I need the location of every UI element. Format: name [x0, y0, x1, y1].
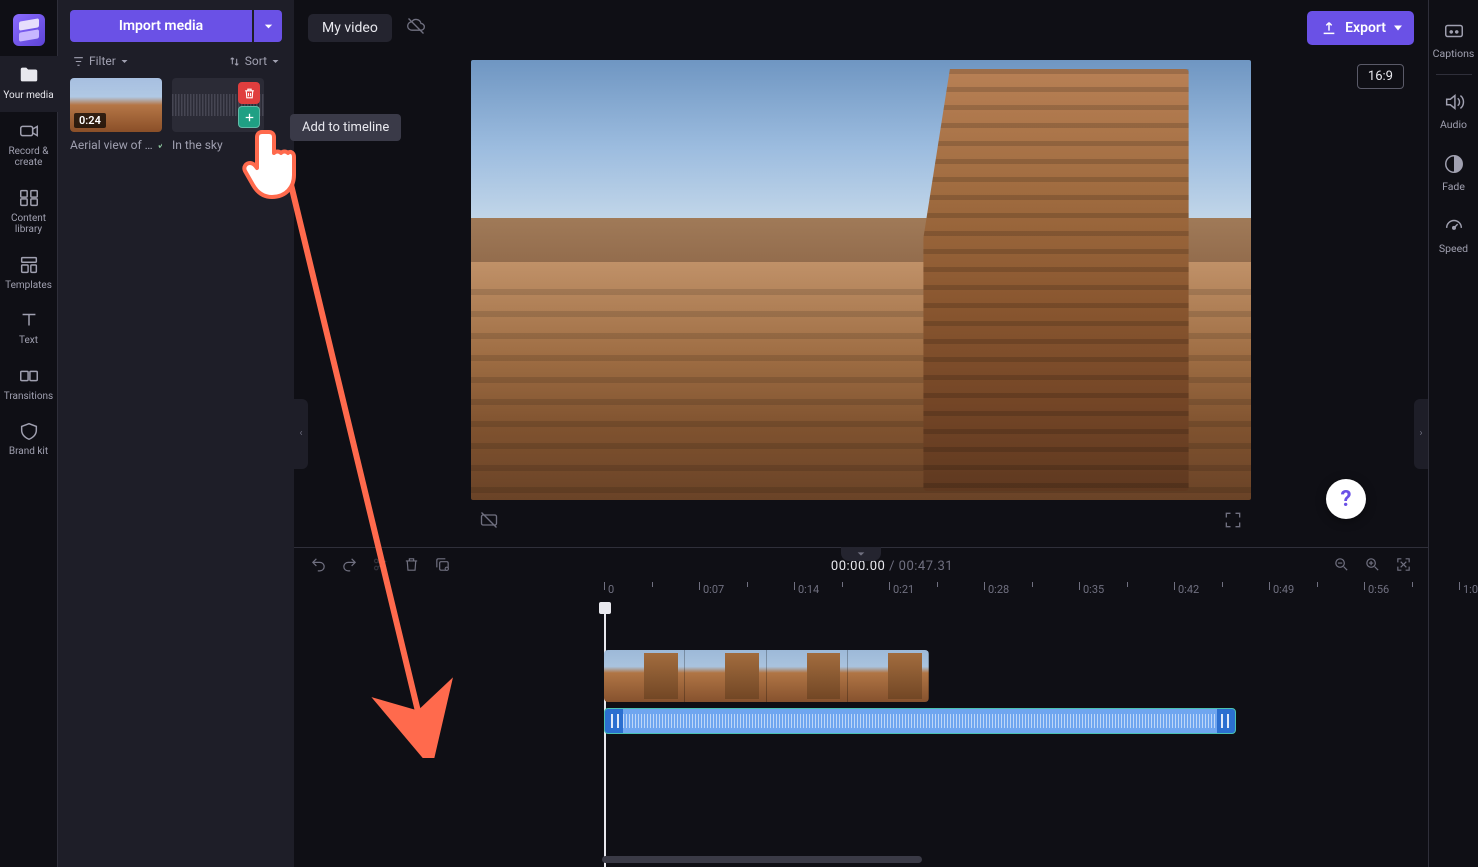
right-rail: Captions Audio Fade Speed — [1428, 0, 1478, 867]
timeline-scrollbar[interactable] — [588, 855, 1376, 865]
rr-fade[interactable]: Fade — [1429, 143, 1478, 205]
templates-icon — [18, 254, 40, 276]
import-media-button[interactable]: Import media — [70, 10, 252, 42]
chevron-down-icon — [120, 57, 129, 66]
preview-area: 5 5 — [294, 56, 1428, 547]
video-clip[interactable] — [604, 650, 929, 702]
preview-canvas[interactable] — [471, 60, 1251, 500]
media-name: Aerial view of … — [70, 138, 153, 152]
delete-media-button[interactable] — [238, 82, 260, 104]
filter-button[interactable]: Filter — [72, 54, 129, 68]
total-time: 00:47.31 — [899, 559, 953, 574]
delete-button[interactable] — [403, 556, 420, 577]
check-icon: ✓ — [157, 138, 162, 152]
media-item-audio[interactable]: In the sky — [172, 78, 264, 152]
rr-label: Captions — [1433, 47, 1475, 60]
cloud-sync-off-icon[interactable] — [406, 16, 426, 40]
sort-icon — [228, 55, 241, 68]
rail-your-media[interactable]: Your media — [0, 56, 58, 112]
trash-icon — [243, 87, 256, 100]
media-item-video[interactable]: 0:24 Aerial view of … ✓ — [70, 78, 162, 152]
main-area: My video Export 16:9 ‹ › 5 5 — [294, 0, 1428, 867]
media-duration: 0:24 — [74, 113, 106, 128]
help-button[interactable]: ? — [1326, 479, 1366, 519]
rail-transitions[interactable]: Transitions — [0, 357, 58, 413]
text-icon — [18, 309, 40, 331]
zoom-out-button[interactable] — [1333, 556, 1350, 577]
rail-content-library[interactable]: Content library — [0, 179, 58, 246]
rail-brand-kit[interactable]: Brand kit — [0, 412, 58, 468]
export-button[interactable]: Export — [1307, 11, 1414, 45]
scrollbar-thumb[interactable] — [602, 856, 922, 863]
import-media-dropdown[interactable] — [254, 10, 282, 42]
project-title-input[interactable]: My video — [308, 14, 392, 42]
filter-label: Filter — [89, 54, 116, 68]
timeline: 00:00.00 / 00:47.31 00:070:140:210:280:3… — [294, 547, 1428, 867]
rail-label: Content library — [2, 213, 56, 236]
duplicate-button[interactable] — [434, 556, 451, 577]
export-label: Export — [1345, 20, 1386, 36]
rr-audio[interactable]: Audio — [1429, 81, 1478, 143]
aspect-ratio-button[interactable]: 16:9 — [1357, 64, 1404, 89]
audio-waveform — [623, 709, 1217, 733]
rail-label: Brand kit — [9, 446, 48, 458]
player-controls: 5 5 — [471, 500, 1251, 544]
fullscreen-button[interactable] — [1223, 510, 1243, 534]
rail-text[interactable]: Text — [0, 301, 58, 357]
timeline-tracks[interactable] — [294, 606, 1428, 867]
rail-label: Your media — [3, 90, 53, 102]
timeline-ruler[interactable]: 00:070:140:210:280:350:420:490:561:031:1… — [294, 584, 1428, 606]
app-logo[interactable] — [13, 14, 45, 46]
rail-label: Record & create — [2, 146, 56, 169]
captions-icon — [1443, 20, 1465, 42]
rr-label: Audio — [1440, 118, 1467, 131]
rail-label: Transitions — [4, 391, 53, 403]
plus-icon — [243, 111, 256, 124]
media-name: In the sky — [172, 138, 223, 152]
topbar: My video Export — [294, 0, 1428, 56]
rr-label: Fade — [1442, 180, 1465, 193]
collapse-right-panel[interactable]: › — [1414, 399, 1428, 469]
hide-overlay-button[interactable] — [479, 510, 499, 534]
folder-icon — [18, 64, 40, 86]
rail-record-create[interactable]: Record & create — [0, 112, 58, 179]
upload-icon — [1321, 20, 1337, 36]
rail-label: Text — [19, 335, 38, 347]
left-rail: Your media Record & create Content libra… — [0, 0, 58, 867]
fade-icon — [1443, 153, 1465, 175]
audio-clip[interactable] — [604, 708, 1236, 734]
redo-button[interactable] — [341, 556, 358, 577]
timeline-collapse-toggle[interactable] — [841, 547, 881, 561]
rr-label: Speed — [1439, 242, 1468, 255]
add-to-timeline-button[interactable] — [238, 106, 260, 128]
filter-icon — [72, 55, 85, 68]
media-panel: Import media Filter Sort 0:24 Aerial vie… — [58, 0, 294, 867]
zoom-in-button[interactable] — [1364, 556, 1381, 577]
speed-icon — [1443, 215, 1465, 237]
playhead[interactable] — [604, 606, 606, 867]
transitions-icon — [18, 365, 40, 387]
sort-button[interactable]: Sort — [228, 54, 280, 68]
chevron-down-icon — [263, 21, 274, 32]
zoom-fit-button[interactable] — [1395, 556, 1412, 577]
brand-kit-icon — [18, 420, 40, 442]
collapse-left-panel[interactable]: ‹ — [294, 399, 308, 469]
camera-icon — [18, 120, 40, 142]
sort-label: Sort — [245, 54, 267, 68]
library-icon — [18, 187, 40, 209]
rail-label: Templates — [5, 280, 52, 292]
rr-speed[interactable]: Speed — [1429, 205, 1478, 267]
rr-captions[interactable]: Captions — [1429, 10, 1478, 72]
chevron-down-icon — [271, 57, 280, 66]
time-sep: / — [889, 559, 899, 574]
split-button[interactable] — [372, 556, 389, 577]
speaker-icon — [1443, 91, 1465, 113]
rail-templates[interactable]: Templates — [0, 246, 58, 302]
undo-button[interactable] — [310, 556, 327, 577]
